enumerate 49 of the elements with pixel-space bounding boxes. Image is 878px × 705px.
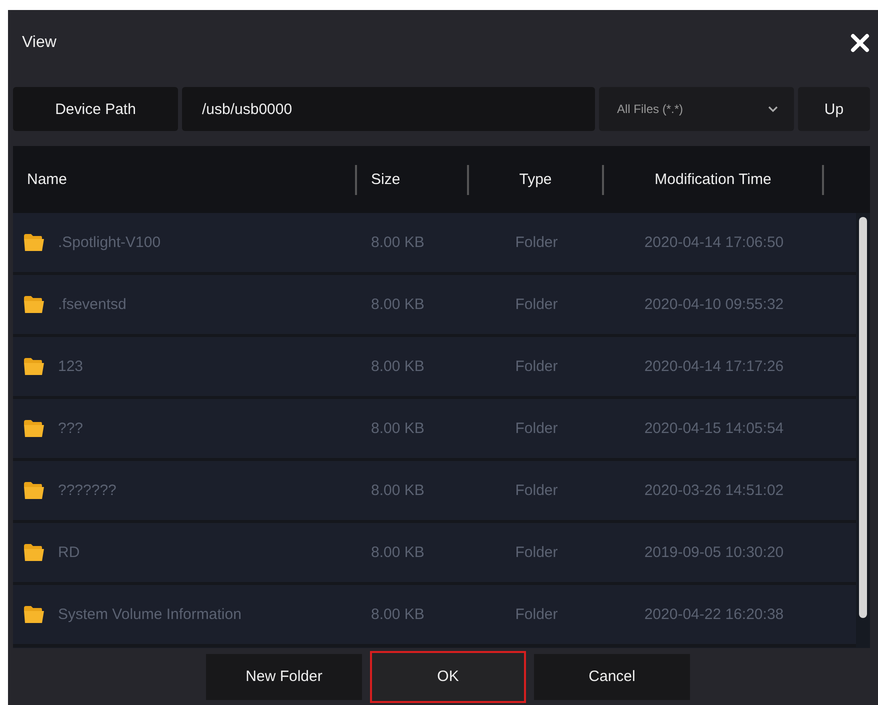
folder-icon: [24, 420, 44, 437]
folder-icon: [24, 296, 44, 313]
file-size: 8.00 KB: [370, 358, 426, 375]
file-size: 8.00 KB: [370, 482, 426, 499]
file-size: 8.00 KB: [370, 296, 426, 313]
file-size: 8.00 KB: [370, 234, 426, 251]
close-icon[interactable]: [850, 32, 870, 52]
folder-icon: [24, 358, 44, 375]
path-label: Device Path: [13, 87, 178, 131]
file-type: Folder: [514, 358, 559, 375]
column-header[interactable]: Type: [469, 164, 604, 194]
file-name: .Spotlight-V100: [58, 234, 161, 251]
folder-icon: [24, 234, 44, 251]
file-type: Folder: [514, 544, 559, 561]
dialog-button[interactable]: OK: [370, 650, 526, 702]
column-header[interactable]: Modification Time: [604, 164, 824, 194]
file-type: Folder: [514, 420, 559, 437]
modification-time: 2020-04-22 16:20:38: [643, 606, 785, 623]
filter-dropdown[interactable]: All Files (*.*): [599, 87, 794, 131]
folder-icon: [24, 606, 44, 623]
modification-time: 2020-04-15 14:05:54: [643, 420, 785, 437]
file-size: 8.00 KB: [370, 606, 426, 623]
file-type: Folder: [514, 234, 559, 251]
column-header[interactable]: Name: [13, 164, 357, 194]
path-field[interactable]: /usb/usb0000: [182, 87, 595, 131]
file-size: 8.00 KB: [370, 544, 426, 561]
folder-icon: [24, 544, 44, 561]
column-header[interactable]: Size: [357, 164, 469, 194]
modification-time: 2020-04-14 17:17:26: [643, 358, 785, 375]
file-type: Folder: [514, 296, 559, 313]
file-name: ???????: [58, 482, 116, 499]
file-size: 8.00 KB: [370, 420, 426, 437]
modification-time: 2020-04-14 17:06:50: [643, 234, 785, 251]
window-title: View: [22, 34, 56, 52]
modification-time: 2020-04-10 09:55:32: [643, 296, 785, 313]
folder-icon: [24, 482, 44, 499]
file-type: Folder: [514, 606, 559, 623]
file-name: RD: [58, 544, 80, 561]
file-name: System Volume Information: [58, 606, 242, 623]
modification-time: 2019-09-05 10:30:20: [643, 544, 785, 561]
file-name: ???: [58, 420, 84, 437]
up-button[interactable]: Up: [798, 87, 870, 131]
file-name: .fseventsd: [58, 296, 126, 313]
file-name: 123: [58, 358, 84, 375]
dialog-button[interactable]: New Folder: [206, 654, 362, 700]
chevron-down-icon: [768, 106, 778, 112]
file-type: Folder: [514, 482, 559, 499]
modification-time: 2020-03-26 14:51:02: [643, 482, 785, 499]
dialog-button[interactable]: Cancel: [534, 654, 690, 700]
